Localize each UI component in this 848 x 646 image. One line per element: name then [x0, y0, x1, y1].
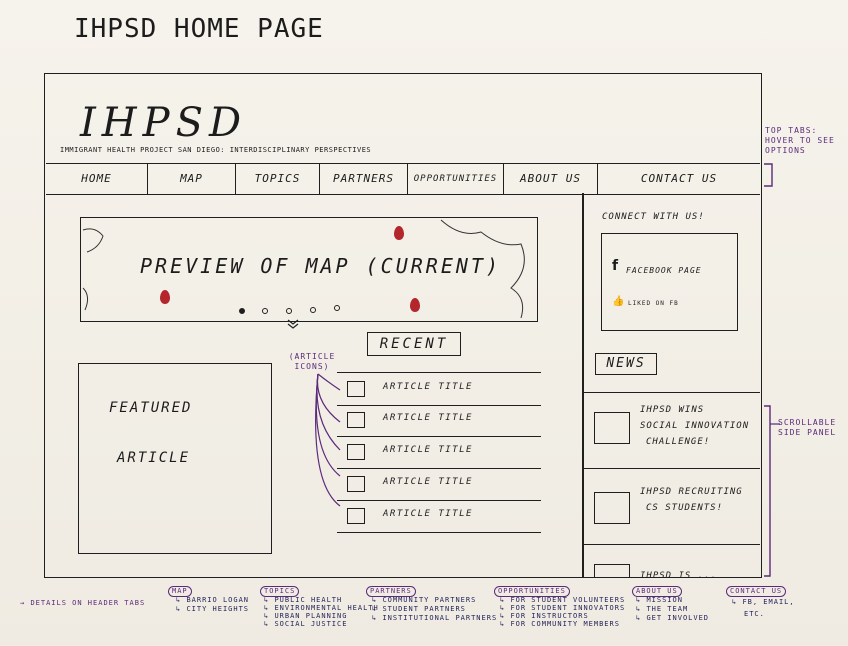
news-headline[interactable]: IHPSD RECRUITING CS STUDENTS! [640, 484, 743, 516]
news-item[interactable]: IHPSD RECRUITING CS STUDENTS! [584, 472, 760, 542]
article-row[interactable]: ARTICLE TITLE [337, 436, 541, 469]
news-item[interactable]: IHPSD WINS SOCIAL INNOVATION CHALLENGE! [584, 396, 760, 466]
carousel-dot[interactable] [310, 307, 316, 313]
sitemap-item[interactable]: ↳ INSTITUTIONAL PARTNERS [372, 614, 497, 622]
nav-map[interactable]: MAP [148, 164, 236, 194]
map-pin-icon [160, 290, 170, 304]
article-title[interactable]: ARTICLE TITLE [383, 445, 473, 455]
article-title[interactable]: ARTICLE TITLE [383, 509, 473, 519]
nav-partners[interactable]: PARTNERS [320, 164, 408, 194]
map-pin-icon [394, 226, 404, 240]
page-title: IHPSD HOME PAGE [74, 14, 324, 44]
sitemap-item[interactable]: ↳ FOR STUDENT VOLUNTEERS [500, 596, 625, 604]
top-tabs-bracket-icon [764, 163, 773, 187]
article-row[interactable]: ARTICLE TITLE [337, 404, 541, 437]
site-logo[interactable]: IHPSD [80, 100, 247, 146]
carousel-dot-active[interactable] [239, 308, 245, 314]
top-nav: HOME MAP TOPICS PARTNERS OPPORTUNITIES A… [46, 163, 760, 195]
sitemap-item[interactable]: ↳ PUBLIC HEALTH [264, 596, 342, 604]
sitemap-item[interactable]: ↳ FOR INSTRUCTORS [500, 612, 589, 620]
map-pin-icon [410, 298, 420, 312]
news-thumbnail [594, 412, 630, 444]
sitemap-item[interactable]: ↳ FOR COMMUNITY MEMBERS [500, 620, 620, 628]
sitemap-item[interactable]: ↳ BARRIO LOGAN [176, 596, 249, 604]
map-preview-label: PREVIEW OF MAP (CURRENT) [140, 254, 501, 278]
article-thumbnail [347, 476, 365, 492]
nav-topics[interactable]: TOPICS [236, 164, 320, 194]
article-icons-annotation: (ARTICLE ICONS) [288, 352, 336, 371]
facebook-icon: f [612, 258, 619, 274]
article-thumbnail [347, 508, 365, 524]
article-thumbnail [347, 381, 365, 397]
scrollable-annotation: SCROLLABLE SIDE PANEL [778, 418, 837, 437]
thumbs-up-icon: 👍 [612, 296, 625, 307]
details-annotation: → DETAILS ON HEADER TABS [20, 599, 146, 607]
news-divider [584, 544, 760, 546]
news-thumbnail [594, 564, 630, 578]
article-title[interactable]: ARTICLE TITLE [383, 477, 473, 487]
top-tabs-annotation: TOP TABS: HOVER TO SEE OPTIONS [765, 126, 835, 155]
sitemap-item[interactable]: ↳ FB, EMAIL, [732, 598, 795, 606]
news-heading: NEWS [595, 353, 657, 375]
article-title[interactable]: ARTICLE TITLE [383, 413, 473, 423]
nav-home[interactable]: HOME [46, 164, 148, 194]
sitemap-item[interactable]: ETC. [744, 610, 765, 618]
carousel-dot[interactable] [286, 308, 292, 314]
news-item[interactable]: IHPSD IS ... [584, 548, 760, 581]
sitemap-item[interactable]: ↳ URBAN PLANNING [264, 612, 347, 620]
facebook-widget[interactable]: f FACEBOOK PAGE 👍 LIKED ON FB [601, 233, 738, 331]
sitemap-item[interactable]: ↳ FOR STUDENT INNOVATORS [500, 604, 625, 612]
article-title[interactable]: ARTICLE TITLE [383, 382, 473, 392]
sitemap-item[interactable]: ↳ COMMUNITY PARTNERS [372, 596, 476, 604]
news-divider [584, 392, 760, 394]
article-thumbnail [347, 412, 365, 428]
article-row[interactable]: ARTICLE TITLE [337, 500, 541, 533]
sitemap-item[interactable]: ↳ CITY HEIGHTS [176, 605, 249, 613]
sitemap-item[interactable]: ↳ MISSION [636, 596, 683, 604]
carousel-dot[interactable] [334, 305, 340, 311]
article-row[interactable]: ARTICLE TITLE [337, 468, 541, 501]
featured-label: ARTICLE [117, 450, 191, 466]
facebook-like-button[interactable]: LIKED ON FB [628, 300, 679, 307]
news-thumbnail [594, 492, 630, 524]
nav-contact-us[interactable]: CONTACT US [598, 164, 760, 194]
featured-article[interactable]: FEATURED ARTICLE [78, 363, 272, 554]
connect-heading: CONNECT WITH US! [602, 212, 705, 222]
news-headline[interactable]: IHPSD IS ... [640, 568, 717, 584]
sitemap-item[interactable]: ↳ GET INVOLVED [636, 614, 709, 622]
article-thumbnail [347, 444, 365, 460]
nav-opportunities[interactable]: OPPORTUNITIES [408, 164, 504, 194]
carousel-dot[interactable] [262, 308, 268, 314]
news-divider [584, 468, 760, 470]
chevron-down-icon[interactable] [286, 318, 300, 330]
recent-heading: RECENT [367, 332, 461, 356]
sitemap-heading: CONTACT US [726, 586, 787, 597]
nav-about-us[interactable]: ABOUT US [504, 164, 598, 194]
article-row[interactable]: ARTICLE TITLE [337, 372, 541, 406]
featured-label: FEATURED [109, 400, 193, 416]
sitemap-item[interactable]: ↳ SOCIAL JUSTICE [264, 620, 347, 628]
site-subtitle: IMMIGRANT HEALTH PROJECT SAN DIEGO: INTE… [60, 146, 372, 154]
sitemap-item[interactable]: ↳ ENVIRONMENTAL HEALTH [264, 604, 379, 612]
sitemap-item[interactable]: ↳ STUDENT PARTNERS [372, 605, 466, 613]
facebook-page-link[interactable]: FACEBOOK PAGE [626, 266, 702, 275]
news-headline[interactable]: IHPSD WINS SOCIAL INNOVATION CHALLENGE! [640, 402, 749, 450]
sitemap-item[interactable]: ↳ THE TEAM [636, 605, 688, 613]
